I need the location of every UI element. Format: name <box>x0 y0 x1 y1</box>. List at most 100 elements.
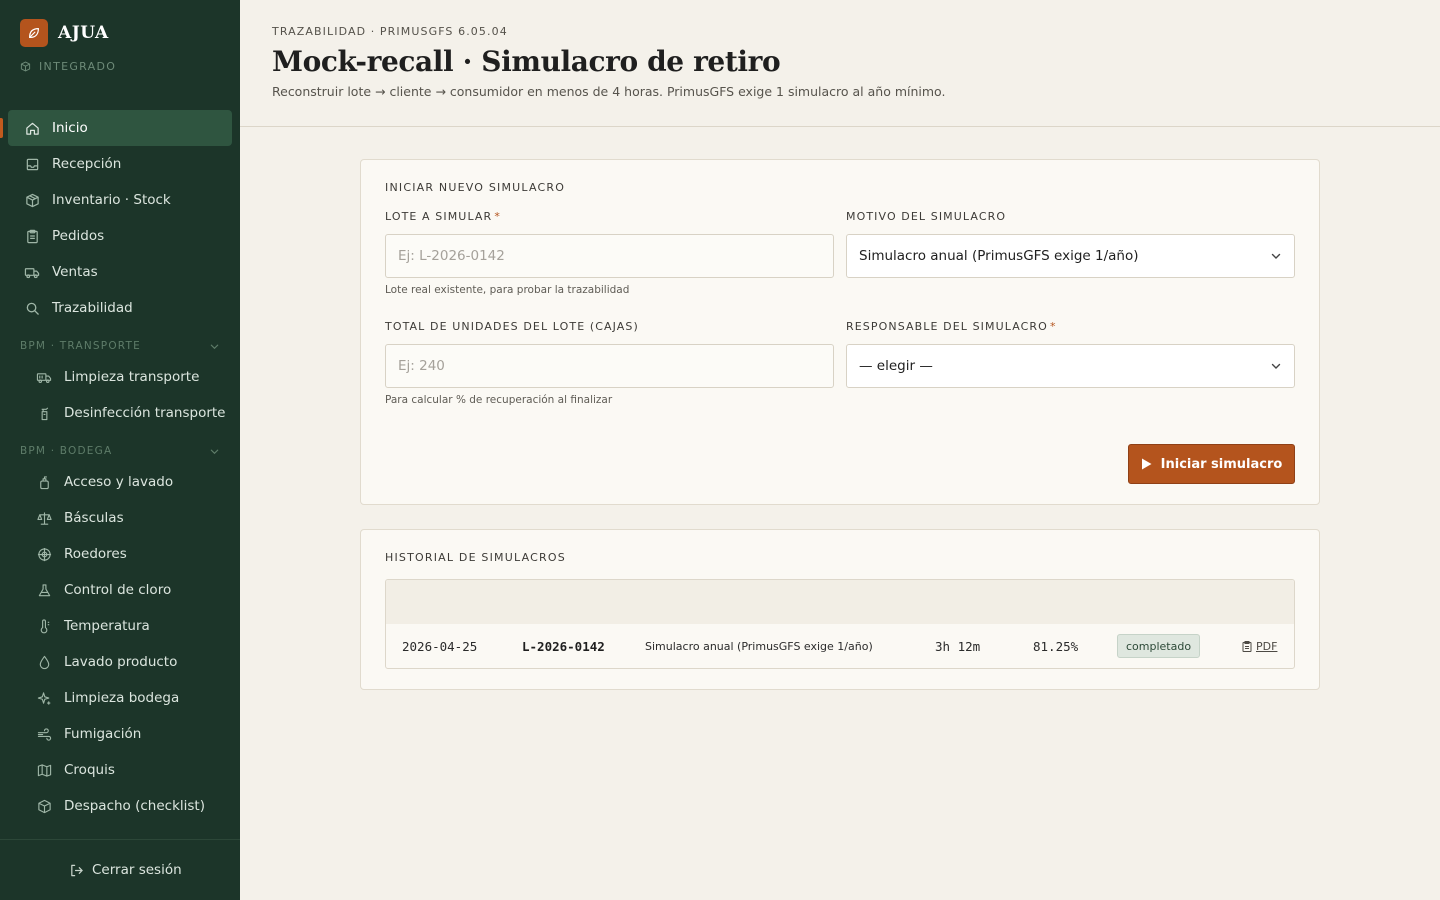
page-subtitle: Reconstruir lote → cliente → consumidor … <box>272 84 946 99</box>
section-title: BPM · BODEGA <box>20 445 113 457</box>
cell-duration: 3h 12m <box>935 638 981 654</box>
sidebar-item-label: Limpieza transporte <box>64 369 200 385</box>
sidebar-item-basculas[interactable]: Básculas <box>8 500 232 536</box>
cell-motivo: Simulacro anual (PrimusGFS exige 1/año) <box>645 639 873 653</box>
sidebar-item-label: Desinfección transporte <box>64 405 226 421</box>
home-icon <box>24 120 40 136</box>
sidebar-item-label: Ventas <box>52 264 98 280</box>
active-marker <box>0 118 3 138</box>
motivo-label: MOTIVO DEL SIMULACRO <box>846 210 1007 223</box>
sidebar-item-label: Básculas <box>64 510 124 526</box>
scale-icon <box>36 510 52 526</box>
logout-label: Cerrar sesión <box>92 862 182 878</box>
sidebar-item-acceso-lavado[interactable]: Acceso y lavado <box>8 464 232 500</box>
total-label: TOTAL DE UNIDADES DEL LOTE (CAJAS) <box>385 320 639 333</box>
required-mark: * <box>1049 320 1057 333</box>
responsable-label-text: RESPONSABLE DEL SIMULACRO <box>846 320 1048 333</box>
section-title: BPM · TRANSPORTE <box>20 340 141 352</box>
cell-lote: L-2026-0142 <box>522 638 605 654</box>
section-bpm-bodega[interactable]: BPM · BODEGA <box>20 443 220 459</box>
total-input[interactable] <box>385 344 834 388</box>
breadcrumb: TRAZABILIDAD · PRIMUSGFS 6.05.04 <box>272 25 508 38</box>
responsable-value: — elegir — <box>859 358 933 374</box>
logout-button[interactable]: Cerrar sesión <box>60 856 190 884</box>
sidebar-item-lavado-producto[interactable]: Lavado producto <box>8 644 232 680</box>
sidebar-item-limpieza-transporte[interactable]: Limpieza transporte <box>8 359 232 395</box>
sidebar-item-temperatura[interactable]: Temperatura <box>8 608 232 644</box>
sidebar-item-control-cloro[interactable]: Control de cloro <box>8 572 232 608</box>
brand-subtitle: INTEGRADO <box>20 60 116 73</box>
sidebar-item-label: Trazabilidad <box>52 300 133 316</box>
chevron-down-icon <box>210 449 219 454</box>
sidebar-item-label: Roedores <box>64 546 127 562</box>
page-title: Mock-recall · Simulacro de retiro <box>272 45 781 78</box>
search-icon <box>24 300 40 316</box>
pdf-label: PDF <box>1256 639 1278 653</box>
soap-icon <box>36 474 52 490</box>
truck-clean-icon <box>36 369 52 385</box>
sidebar-item-croquis[interactable]: Croquis <box>8 752 232 788</box>
section-bpm-transporte[interactable]: BPM · TRANSPORTE <box>20 338 220 354</box>
card-title: INICIAR NUEVO SIMULACRO <box>385 181 566 194</box>
play-icon <box>1141 458 1152 470</box>
wind-icon <box>36 726 52 742</box>
leaf-logo-icon <box>20 19 48 47</box>
sidebar-item-label: Limpieza bodega <box>64 690 180 706</box>
new-simulation-card: INICIAR NUEVO SIMULACRO LOTE A SIMULAR * … <box>360 159 1320 505</box>
history-card: HISTORIAL DE SIMULACROS 2026-04-25 L-202… <box>360 529 1320 690</box>
motivo-select[interactable]: Simulacro anual (PrimusGFS exige 1/año) <box>846 234 1295 278</box>
sidebar-item-label: Croquis <box>64 762 115 778</box>
sidebar-item-label: Fumigación <box>64 726 142 742</box>
lote-label-text: LOTE A SIMULAR <box>385 210 493 223</box>
sidebar-item-roedores[interactable]: Roedores <box>8 536 232 572</box>
target-icon <box>36 546 52 562</box>
start-simulation-label: Iniciar simulacro <box>1160 456 1283 472</box>
sidebar-item-trazabilidad[interactable]: Trazabilidad <box>8 290 232 326</box>
sidebar-item-fumigacion[interactable]: Fumigación <box>8 716 232 752</box>
flask-icon <box>36 582 52 598</box>
clipboard-icon <box>24 228 40 244</box>
sidebar-item-inventario[interactable]: Inventario · Stock <box>8 182 232 218</box>
start-simulation-button[interactable]: Iniciar simulacro <box>1128 444 1295 484</box>
table-row[interactable]: 2026-04-25 L-2026-0142 Simulacro anual (… <box>386 624 1294 668</box>
brand-name: AJUA <box>58 23 109 43</box>
sidebar-item-label: Temperatura <box>64 618 150 634</box>
sidebar-item-label: Inicio <box>52 120 88 136</box>
brand-subtitle-text: INTEGRADO <box>39 60 117 73</box>
package-icon <box>36 798 52 814</box>
sidebar-item-inicio[interactable]: Inicio <box>8 110 232 146</box>
chevron-down-icon <box>1270 250 1282 262</box>
sparkle-icon <box>36 690 52 706</box>
chevron-down-icon <box>210 344 219 349</box>
motivo-value: Simulacro anual (PrimusGFS exige 1/año) <box>859 248 1139 264</box>
table-header <box>386 580 1294 624</box>
responsable-select[interactable]: — elegir — <box>846 344 1295 388</box>
sidebar-item-limpieza-bodega[interactable]: Limpieza bodega <box>8 680 232 716</box>
sidebar-item-ventas[interactable]: Ventas <box>8 254 232 290</box>
lote-input[interactable] <box>385 234 834 278</box>
sidebar-item-pedidos[interactable]: Pedidos <box>8 218 232 254</box>
sidebar-divider <box>0 839 240 840</box>
required-mark: * <box>494 210 501 223</box>
sidebar-item-recepcion[interactable]: Recepción <box>8 146 232 182</box>
inbox-icon <box>24 156 40 172</box>
box-icon <box>24 192 40 208</box>
spray-bottle-icon <box>36 405 52 421</box>
sidebar-item-label: Despacho (checklist) <box>64 798 205 814</box>
cell-date: 2026-04-25 <box>402 638 478 654</box>
page-header: TRAZABILIDAD · PRIMUSGFS 6.05.04 Mock-re… <box>240 0 1440 127</box>
total-hint: Para calcular % de recuperación al final… <box>385 394 613 406</box>
sidebar-item-label: Recepción <box>52 156 122 172</box>
lote-label: LOTE A SIMULAR * <box>385 210 501 223</box>
card-title: HISTORIAL DE SIMULACROS <box>385 551 566 564</box>
sidebar-item-label: Inventario · Stock <box>52 192 171 208</box>
lote-hint: Lote real existente, para probar la traz… <box>385 284 630 296</box>
sidebar-item-despacho[interactable]: Despacho (checklist) <box>8 788 232 824</box>
pdf-link[interactable]: PDF <box>1242 624 1277 668</box>
clipboard-icon <box>1242 640 1252 652</box>
droplet-icon <box>36 654 52 670</box>
sidebar-item-label: Acceso y lavado <box>64 474 174 490</box>
sidebar-item-desinfeccion-transporte[interactable]: Desinfección transporte <box>8 395 232 431</box>
map-icon <box>36 762 52 778</box>
brand[interactable]: AJUA <box>20 19 109 47</box>
